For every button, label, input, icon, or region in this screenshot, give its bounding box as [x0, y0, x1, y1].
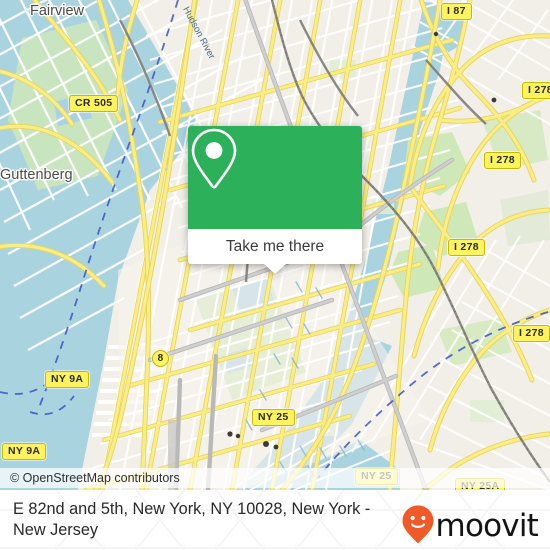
callout-action-bar[interactable]: Take me there [188, 229, 362, 274]
page-title: E 82nd and 5th, New York, NY 10028, New … [13, 500, 371, 539]
highway-shield-circle[interactable]: 8 [152, 350, 169, 367]
highway-shield[interactable]: CR 505 [69, 95, 119, 112]
moovit-pin-smiley-icon [401, 504, 435, 549]
highway-shield[interactable]: I 278 [522, 82, 550, 99]
highway-shield[interactable]: I 87 [441, 3, 472, 20]
location-callout[interactable]: Take me there [188, 126, 362, 274]
moovit-location-card: Fairview Guttenberg Hudson River CR 505 … [0, 0, 550, 550]
callout-pin-panel [188, 126, 362, 229]
highway-shield[interactable]: NY 25 [252, 409, 295, 426]
brand-wordmark: moovit [435, 508, 539, 544]
highway-shield[interactable]: I 278 [513, 325, 550, 342]
map-canvas[interactable]: Fairview Guttenberg Hudson River CR 505 … [0, 0, 550, 490]
highway-shield[interactable]: I 278 [448, 239, 485, 256]
place-label: Guttenberg [0, 167, 73, 183]
moovit-brand[interactable]: moovit [401, 504, 539, 549]
place-label: Fairview [30, 3, 84, 19]
highway-shield[interactable]: NY 9A [2, 443, 47, 460]
footer-bar: E 82nd and 5th, New York, NY 10028, New … [0, 490, 550, 550]
highway-shield[interactable]: I 278 [484, 152, 521, 169]
take-me-there-button[interactable]: Take me there [226, 238, 324, 256]
highway-shield[interactable]: NY 9A [45, 371, 90, 388]
map-attribution[interactable]: © OpenStreetMap contributors [0, 468, 550, 488]
callout-pointer-icon [264, 264, 286, 274]
